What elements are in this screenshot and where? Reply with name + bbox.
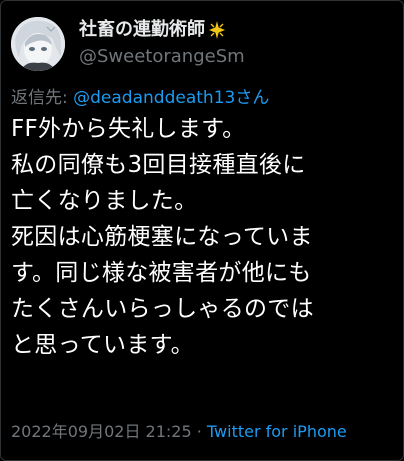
tweet-line: す。同じ様な被害者が他にも [11,260,312,286]
author-display-name[interactable]: 社畜の連勤術師 [79,18,205,42]
reply-context: 返信先: @deadanddeath13さん [11,87,269,109]
tweet-line: 私の同僚も3回目接種直後に [11,152,306,178]
reply-prefix: 返信先: [11,88,68,108]
reply-mention-link[interactable]: @deadanddeath13さん [73,88,269,108]
author-display-name-row[interactable]: 社畜の連勤術師 [79,18,245,42]
author-handle[interactable]: @SweetorangeSm [79,44,245,70]
tweet-text: FF外から失礼します。 私の同僚も3回目接種直後に 亡くなりました。 死因は心筋… [11,111,401,363]
tweet-line: 亡くなりました。 [11,188,198,214]
meta-separator: · [196,422,202,441]
tweet-line: FF外から失礼します。 [11,116,246,142]
tweet-line: と思っています。 [11,332,194,358]
author-names: 社畜の連勤術師 @SweetorangeSm [79,18,245,70]
tweet-header: 社畜の連勤術師 @SweetorangeSm [11,11,245,77]
tweet-source-link[interactable]: Twitter for iPhone [207,422,347,441]
tweet-line: 死因は心筋梗塞になっていま [11,224,313,250]
avatar-illustration [11,17,65,71]
avatar[interactable] [11,17,65,71]
tweet-card: 社畜の連勤術師 @SweetorangeSm 返信先: @deadanddeat… [0,0,404,461]
tweet-timestamp[interactable]: 2022年09月02日 21:25 [11,422,192,441]
tweet-line: たくさんいらっしゃるのでは [11,296,314,322]
sparkle-icon [208,21,226,39]
tweet-meta: 2022年09月02日 21:25 · Twitter for iPhone [11,421,347,443]
